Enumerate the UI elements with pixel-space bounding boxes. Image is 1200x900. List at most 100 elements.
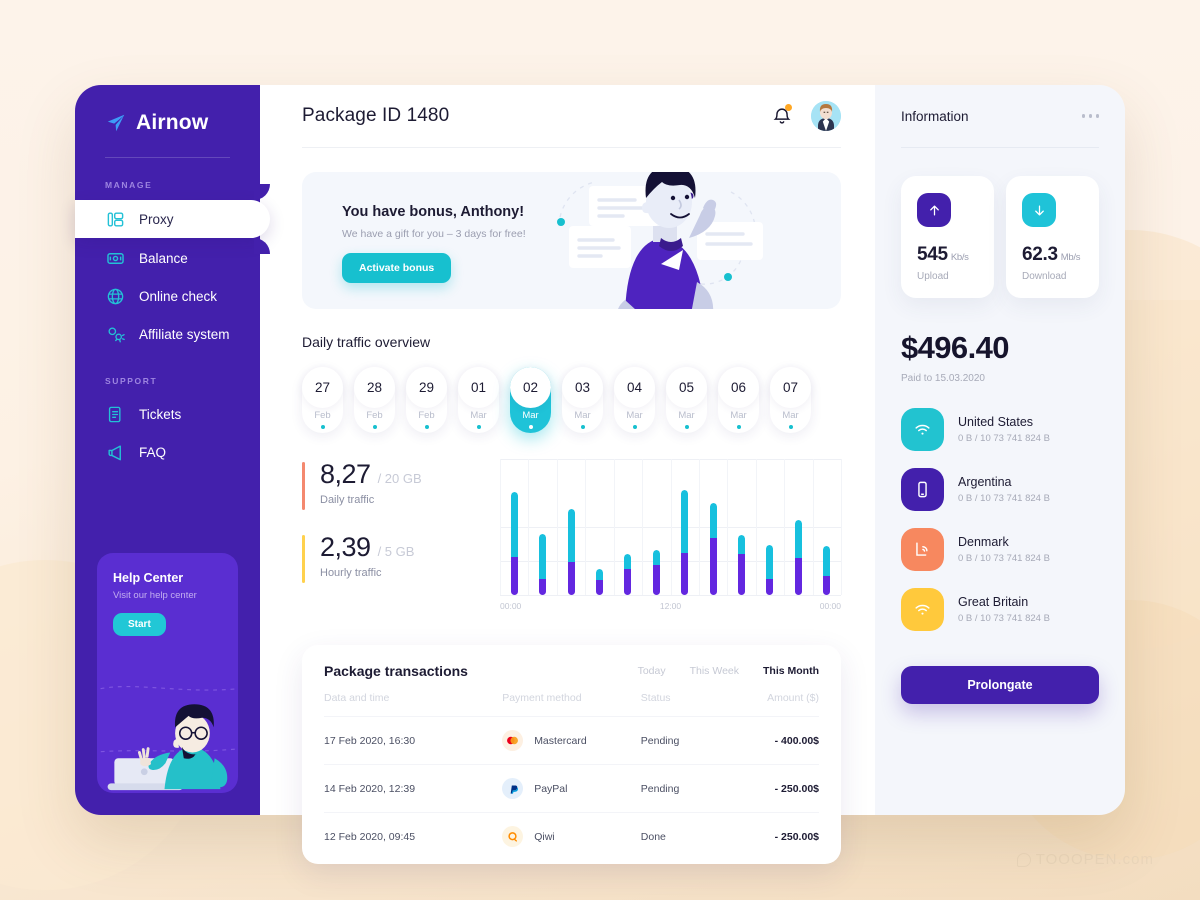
megaphone-icon — [105, 442, 125, 462]
date-chip[interactable]: 04 Mar — [614, 367, 655, 433]
chart-bar-segment-upper — [652, 550, 660, 566]
chart-bar[interactable] — [738, 535, 746, 595]
cell-payment-method: Qiwi — [534, 830, 555, 843]
chart-bar[interactable] — [794, 520, 802, 595]
date-month: Mar — [782, 410, 799, 421]
chart-bar[interactable] — [510, 491, 518, 595]
notification-bell-icon[interactable] — [771, 104, 793, 127]
price-amount: $496.40 — [901, 330, 1009, 365]
chart-bar[interactable] — [595, 569, 603, 595]
date-chip[interactable]: 05 Mar — [666, 367, 707, 433]
chart-bar[interactable] — [681, 490, 689, 595]
list-item[interactable]: Great Britain 0 B / 10 73 741 824 B — [901, 588, 1099, 631]
arrow-up-icon — [917, 193, 951, 227]
column-status: Status — [640, 692, 671, 704]
chart-x-tick-label: 12:00 — [659, 601, 682, 611]
chart-bar[interactable] — [539, 533, 547, 595]
list-item[interactable]: Argentina 0 B / 10 73 741 824 B — [901, 468, 1099, 511]
chart-bar-segment-lower — [624, 569, 632, 595]
brand-name: Airnow — [136, 111, 209, 134]
sidebar-item-balance[interactable]: Balance — [75, 240, 260, 276]
chart-bar[interactable] — [652, 550, 660, 595]
page-title: Package ID 1480 — [302, 105, 450, 126]
help-center-start-button[interactable]: Start — [113, 613, 166, 636]
date-month: Mar — [470, 410, 487, 421]
help-center-illustration — [97, 686, 238, 791]
sidebar-item-faq[interactable]: FAQ — [75, 434, 260, 470]
watermark-cloud-icon — [1016, 852, 1031, 867]
date-chip[interactable]: 06 Mar — [718, 367, 759, 433]
date-day: 04 — [614, 367, 655, 408]
date-chip[interactable]: 28 Feb — [354, 367, 395, 433]
chart-bar-segment-lower — [567, 562, 575, 595]
date-chip[interactable]: 29 Feb — [406, 367, 447, 433]
download-speed-unit: Mb/s — [1060, 252, 1081, 263]
chart-bar-segment-lower — [738, 554, 746, 595]
chart-bar-segment-lower — [766, 578, 774, 595]
stat-cap: / 5 GB — [377, 544, 415, 559]
avatar[interactable] — [811, 101, 841, 131]
date-month: Mar — [678, 410, 695, 421]
tab-today[interactable]: Today — [638, 665, 666, 677]
sidebar-item-tickets[interactable]: Tickets — [75, 396, 260, 432]
table-row[interactable]: 17 Feb 2020, 16:30 Mastercard Pending - … — [324, 716, 819, 765]
date-day: 07 — [770, 367, 811, 408]
sidebar: Airnow MANAGE Proxy Balance Online check… — [75, 85, 270, 815]
tab-this-month[interactable]: This Month — [763, 665, 819, 677]
chart-bar[interactable] — [766, 544, 774, 595]
cell-status: Done — [640, 812, 740, 860]
country-name: Great Britain — [958, 595, 1029, 609]
date-day: 29 — [406, 367, 447, 408]
country-usage: 0 B / 10 73 741 824 B — [958, 493, 1050, 504]
activate-bonus-button[interactable]: Activate bonus — [342, 253, 452, 283]
cell-datetime: 14 Feb 2020, 12:39 — [324, 764, 503, 813]
sidebar-item-proxy[interactable]: Proxy — [75, 184, 270, 254]
date-chip[interactable]: 03 Mar — [562, 367, 603, 433]
more-horizontal-icon[interactable] — [1081, 114, 1099, 118]
date-day: 02 — [510, 367, 551, 408]
sidebar-item-label: Tickets — [139, 406, 182, 422]
list-item[interactable]: Denmark 0 B / 10 73 741 824 B — [901, 528, 1099, 571]
cell-datetime: 17 Feb 2020, 16:30 — [324, 716, 503, 765]
stat-value: 2,39 — [320, 532, 371, 562]
date-dot — [788, 425, 793, 429]
qiwi-icon — [502, 826, 524, 847]
chart-bar[interactable] — [709, 502, 717, 595]
chart-bar[interactable] — [624, 554, 632, 595]
date-chip-selected[interactable]: 02 Mar — [510, 367, 551, 433]
chart-bar-segment-lower — [539, 578, 547, 595]
date-month: Mar — [626, 410, 643, 421]
chart-bar[interactable] — [823, 546, 831, 595]
table-row[interactable]: 14 Feb 2020, 12:39 PayPal Pending - 250.… — [324, 764, 819, 813]
upload-speed-card: 545 Kb/s Upload — [901, 176, 994, 298]
chart-bar-segment-upper — [681, 490, 689, 553]
chart-bar-segment-upper — [510, 491, 518, 557]
sidebar-item-affiliate-system[interactable]: Affiliate system — [75, 316, 260, 352]
stat-cap: / 20 GB — [377, 471, 422, 486]
tab-this-week[interactable]: This Week — [690, 665, 739, 677]
date-chip[interactable]: 07 Mar — [770, 367, 811, 433]
date-month: Feb — [314, 410, 331, 421]
date-dot — [580, 425, 585, 429]
chart-bar-segment-lower — [823, 575, 831, 595]
country-name: United States — [958, 415, 1034, 429]
date-dot — [632, 425, 637, 429]
mobile-phone-icon — [901, 468, 944, 511]
date-day: 27 — [302, 367, 343, 408]
list-item[interactable]: United States 0 B / 10 73 741 824 B — [901, 408, 1099, 451]
bonus-subtext: We have a gift for you – 3 days for free… — [342, 228, 526, 240]
stat-accent-bar — [302, 462, 305, 510]
brand[interactable]: Airnow — [75, 85, 260, 135]
table-row[interactable]: 12 Feb 2020, 09:45 Qiwi Done - 250.00$ — [324, 812, 819, 860]
download-speed-value: 62.3 — [1022, 244, 1058, 265]
paper-plane-icon — [105, 112, 127, 134]
transactions-period-tabs: Today This Week This Month — [638, 665, 819, 677]
sidebar-item-online-check[interactable]: Online check — [75, 278, 260, 314]
column-amount: Amount ($) — [767, 692, 819, 704]
date-chip[interactable]: 27 Feb — [302, 367, 343, 433]
date-chip[interactable]: 01 Mar — [458, 367, 499, 433]
prolongate-button[interactable]: Prolongate — [901, 666, 1099, 704]
chart-bar-segment-upper — [595, 569, 603, 581]
stat-value: 8,27 — [320, 459, 371, 489]
chart-bar[interactable] — [567, 509, 575, 595]
